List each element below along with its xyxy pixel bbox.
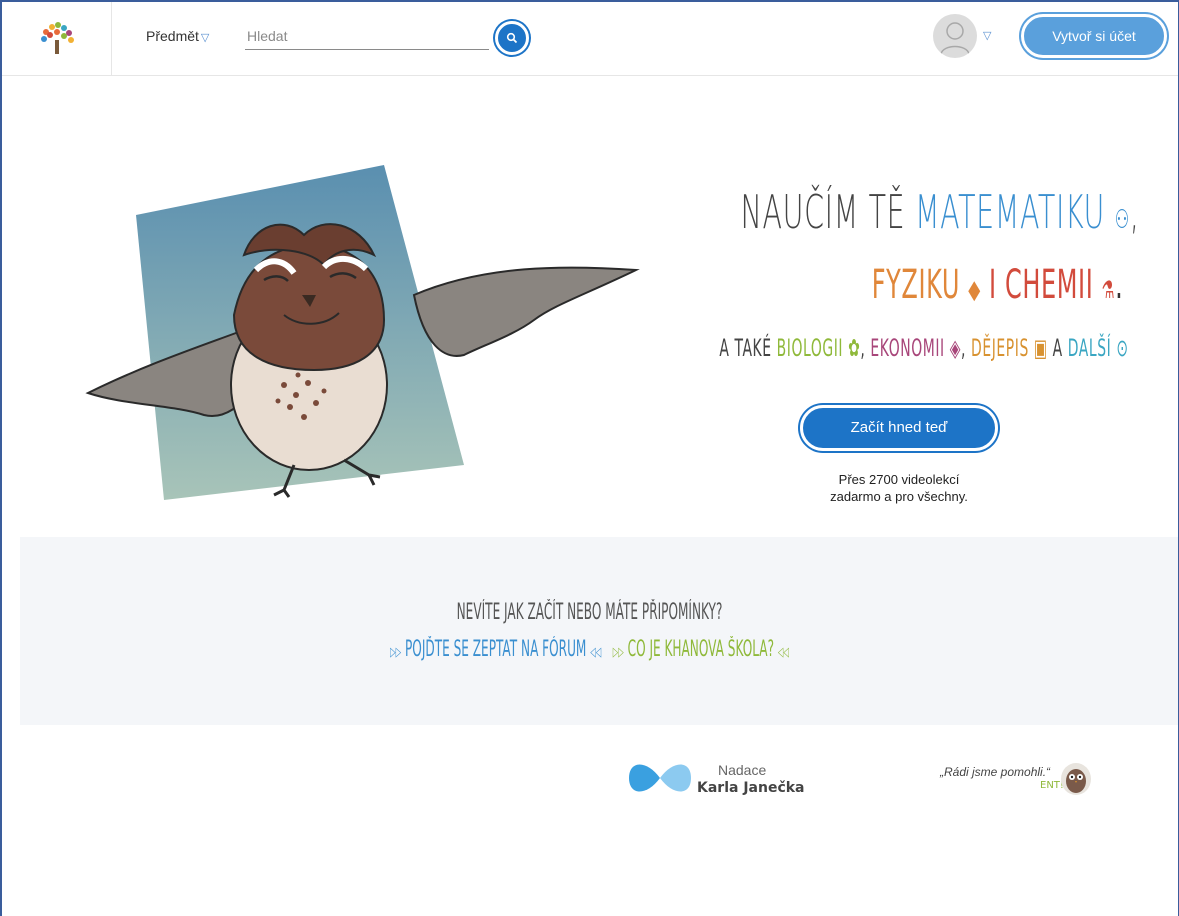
top-header: Předmět▽ ▽ Vytvoř si účet — [2, 2, 1178, 76]
hero-line-1: NAUČÍM TĚ MATEMATIKU ⚇, — [740, 185, 1139, 239]
double-arrow-right-icon: ▷▷ — [612, 645, 624, 660]
hero-economy-text[interactable]: EKONOMII — [871, 334, 945, 362]
start-sub-line-2: zadarmo a pro všechny. — [830, 489, 968, 504]
subject-dropdown[interactable]: Předmět ▽ — [146, 28, 209, 44]
chevron-down-icon: ▽ — [200, 32, 210, 44]
about-link[interactable]: CO JE KHANOVA ŠKOLA? — [628, 637, 774, 662]
help-band — [20, 537, 1178, 725]
avatar[interactable] — [933, 14, 977, 58]
biology-icon: ✿ — [848, 334, 861, 362]
forum-link[interactable]: POJĎTE SE ZEPTAT NA FÓRUM — [405, 637, 586, 662]
owl-small-icon — [1066, 769, 1086, 793]
subject-label: Předmět — [146, 28, 199, 44]
search-input[interactable] — [245, 22, 489, 50]
hero-physics-text: FYZIKU — [871, 262, 960, 308]
khan-logo[interactable] — [2, 2, 112, 76]
chevron-down-icon[interactable]: ▽ — [983, 29, 991, 42]
hero-history-text[interactable]: DĚJEPIS — [971, 334, 1029, 362]
hero-line-2: FYZIKU ◆ I CHEMII ⚗. — [871, 262, 1123, 308]
hero-teach-text: NAUČÍM TĚ — [740, 185, 915, 239]
ent-owl-icon[interactable] — [1061, 763, 1091, 795]
nadace-text-2: Karla Janečka — [697, 780, 805, 796]
search-button[interactable] — [495, 21, 529, 55]
start-subtitle: Přes 2700 videolekcí zadarmo a pro všech… — [790, 471, 1008, 505]
owl-illustration — [84, 155, 644, 505]
user-icon — [940, 22, 970, 55]
economy-icon: ◈ — [950, 334, 962, 362]
physics-icon: ◆ — [967, 275, 981, 305]
thanks-quote: „Rádi jsme pomohli.“ — [940, 765, 1051, 779]
signup-button[interactable]: Vytvoř si účet — [1021, 14, 1167, 58]
more-icon: ⊙ — [1116, 334, 1129, 362]
hero-line-3: A TAKÉ BIOLOGII ✿, EKONOMII ◈, DĚJEPIS ▣… — [720, 334, 1129, 362]
hero-also-text: A TAKÉ — [719, 334, 778, 362]
hero-comma: , — [1129, 185, 1139, 239]
hero-chemistry-text: CHEMII — [1004, 262, 1094, 308]
hero-sep: , — [961, 334, 972, 362]
start-sub-line-1: Přes 2700 videolekcí — [838, 472, 960, 487]
search-icon — [506, 32, 518, 44]
hero-biology-text[interactable]: BIOLOGII — [777, 334, 843, 362]
tree-logo-icon — [41, 22, 74, 54]
math-icon: ⚇ — [1114, 205, 1130, 235]
start-now-button[interactable]: Začít hned teď — [800, 405, 998, 451]
nadace-logo[interactable] — [627, 758, 693, 803]
double-arrow-left-icon: ◁◁ — [777, 645, 789, 660]
history-icon: ▣ — [1034, 334, 1049, 362]
hero-and-text: I — [980, 262, 1005, 308]
chemistry-icon: ⚗ — [1101, 276, 1115, 304]
double-arrow-right-icon: ▷▷ — [390, 645, 402, 660]
help-links: ▷▷ POJĎTE SE ZEPTAT NA FÓRUM ◁◁ ▷▷ CO JE… — [265, 637, 913, 662]
hero-more-text[interactable]: DALŠÍ — [1068, 334, 1112, 362]
help-question: NEVÍTE JAK ZAČÍT NEBO MÁTE PŘIPOMÍNKY? — [456, 600, 723, 625]
double-arrow-left-icon: ◁◁ — [590, 645, 602, 660]
butterfly-logo-icon — [629, 764, 691, 792]
hero-math-text: MATEMATIKU — [914, 185, 1105, 239]
nadace-text-1: Nadace — [718, 762, 767, 778]
hero-period: . — [1114, 262, 1123, 308]
hero-and: A — [1048, 334, 1069, 362]
owl-mascot-icon — [85, 165, 640, 500]
